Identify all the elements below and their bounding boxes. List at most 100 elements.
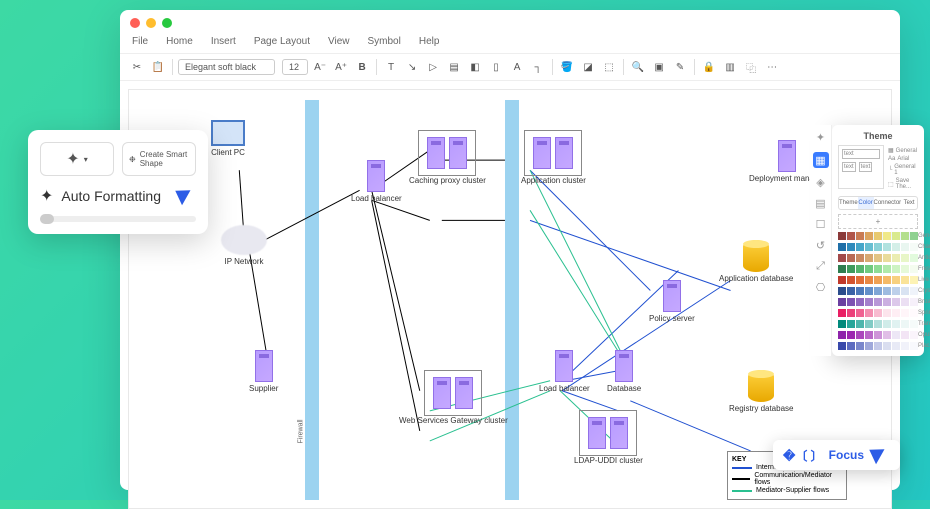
grid-icon[interactable]: ▦ — [813, 152, 829, 168]
font-inc-icon[interactable]: A⁺ — [332, 58, 350, 76]
history-icon[interactable]: ↺ — [816, 239, 825, 252]
font-select[interactable]: Elegant soft black — [178, 59, 275, 75]
toolbar: ✂ 📋 Elegant soft black 12 A⁻ A⁺ B T ↘ ▷ … — [120, 53, 900, 81]
node-appdb[interactable]: Application database — [719, 240, 793, 283]
label-lb1: Load balancer — [351, 194, 402, 203]
label-policy: Policy server — [649, 314, 695, 323]
swatch-row[interactable]: Fresh — [838, 265, 918, 273]
font-dec-icon[interactable]: A⁻ — [311, 58, 329, 76]
menu-home[interactable]: Home — [166, 36, 193, 47]
opt-arial[interactable]: Aa Arial — [888, 156, 918, 162]
node-supplier[interactable]: Supplier — [249, 350, 278, 393]
sparkle-icon: ✦ — [66, 149, 79, 169]
shapes-icon[interactable]: ◧ — [466, 58, 484, 76]
legend-title: KEY — [732, 456, 746, 463]
auto-format-label: Auto Formatting — [61, 188, 161, 204]
swatch-row[interactable]: Live — [838, 276, 918, 284]
firewall-label: Firewall — [298, 419, 305, 443]
group-icon[interactable]: ⿻ — [742, 58, 760, 76]
window-controls — [120, 10, 900, 36]
close-icon[interactable] — [130, 18, 140, 28]
swatch-row[interactable]: Placid — [838, 342, 918, 350]
container-icon[interactable]: ▯ — [487, 58, 505, 76]
paste-icon[interactable]: 📋 — [149, 58, 167, 76]
opt-general1[interactable]: └ General 1 — [888, 164, 918, 176]
create-smart-shape-button[interactable]: ❉Create Smart Shape — [122, 142, 196, 176]
swatch-row[interactable]: Broad — [838, 298, 918, 306]
focus-badge[interactable]: �〔 〕 Focus — [773, 440, 900, 470]
swatch-row[interactable]: Charm — [838, 243, 918, 251]
node-wsg[interactable]: Web Services Gateway cluster — [399, 370, 508, 425]
sparkle-icon[interactable]: ✦ — [816, 131, 825, 144]
pointer-icon[interactable]: ▷ — [424, 58, 442, 76]
expand-icon[interactable]: ⤢ — [816, 260, 825, 273]
maximize-icon[interactable] — [162, 18, 172, 28]
line-icon[interactable]: ↘ — [403, 58, 421, 76]
node-lb1[interactable]: Load balancer — [351, 160, 402, 203]
node-caching[interactable]: Caching proxy cluster — [409, 130, 486, 185]
swatch-row[interactable]: Opulent — [838, 331, 918, 339]
search-icon[interactable]: 🔍 — [629, 58, 647, 76]
zoom-icon[interactable]: ▣ — [650, 58, 668, 76]
tab-connector[interactable]: Connector — [874, 197, 902, 209]
fontcolor-icon[interactable]: A — [508, 58, 526, 76]
node-clientpc[interactable]: Client PC — [211, 120, 245, 157]
text-icon[interactable]: T — [382, 58, 400, 76]
sheet-icon[interactable]: ▤ — [815, 197, 825, 210]
node-lb2[interactable]: Load balancer — [539, 350, 590, 393]
label-ipnet: IP Network — [221, 257, 267, 266]
crop-icon[interactable]: ⬚ — [600, 58, 618, 76]
promo-slider[interactable] — [40, 216, 196, 222]
node-appcluster[interactable]: Application cluster — [521, 130, 586, 185]
node-database[interactable]: Database — [607, 350, 641, 393]
auto-formatting-button[interactable]: ✦ Auto Formatting — [40, 186, 196, 206]
menu-help[interactable]: Help — [419, 36, 440, 47]
node-ipnetwork[interactable]: IP Network — [221, 225, 267, 266]
theme-preview[interactable]: text texttext — [838, 145, 884, 189]
more-icon[interactable]: ⋯ — [763, 58, 781, 76]
menu-symbol[interactable]: Symbol — [368, 36, 401, 47]
swatch-row[interactable]: Crystal — [838, 287, 918, 295]
tab-theme[interactable]: Theme — [839, 197, 858, 209]
menu-insert[interactable]: Insert — [211, 36, 236, 47]
node-policy[interactable]: Policy server — [649, 280, 695, 323]
lock-icon[interactable]: 🔒 — [700, 58, 718, 76]
menu-pagelayout[interactable]: Page Layout — [254, 36, 310, 47]
swatch-row[interactable]: Tranquil — [838, 320, 918, 328]
label-appdb: Application database — [719, 274, 793, 283]
create-smart-label: Create Smart Shape — [140, 150, 189, 168]
stack-icon[interactable]: ▤ — [445, 58, 463, 76]
promo-panel: ✦▾ ❉Create Smart Shape ✦ Auto Formatting — [28, 130, 208, 234]
theme-tabs: Theme Color Connector Text — [838, 196, 918, 210]
page-icon[interactable]: ☐ — [816, 218, 826, 231]
tab-text[interactable]: Text — [901, 197, 917, 209]
swatch-row[interactable]: Antique — [838, 254, 918, 262]
bold-icon[interactable]: B — [353, 58, 371, 76]
shadow-icon[interactable]: ◪ — [579, 58, 597, 76]
minimize-icon[interactable] — [146, 18, 156, 28]
fontsize-select[interactable]: 12 — [282, 59, 308, 75]
label-clientpc: Client PC — [211, 148, 245, 157]
tab-color[interactable]: Color — [858, 197, 874, 209]
add-theme-button[interactable]: + — [838, 214, 918, 229]
opt-general[interactable]: ▦ General — [888, 147, 918, 154]
opt-save[interactable]: ⬚ Save The... — [888, 178, 918, 190]
layer-icon[interactable]: ▥ — [721, 58, 739, 76]
cut-icon[interactable]: ✂ — [128, 58, 146, 76]
swatch-list: General Charm Antique Fresh Live Crystal Broad… — [838, 232, 918, 350]
app-window: File Home Insert Page Layout View Symbol… — [120, 10, 900, 490]
node-regdb[interactable]: Registry database — [729, 370, 793, 413]
menu-view[interactable]: View — [328, 36, 350, 47]
firewall-bar-1 — [305, 100, 319, 500]
swatch-row[interactable]: Sprinkle — [838, 309, 918, 317]
fill-icon[interactable]: 🪣 — [558, 58, 576, 76]
menu-file[interactable]: File — [132, 36, 148, 47]
connector-icon[interactable]: ┐ — [529, 58, 547, 76]
node-ldap[interactable]: LDAP-UDDI cluster — [574, 410, 643, 465]
layers-icon[interactable]: ◈ — [816, 176, 824, 189]
smart-dropdown[interactable]: ✦▾ — [40, 142, 114, 176]
label-supplier: Supplier — [249, 384, 278, 393]
pen-icon[interactable]: ✎ — [671, 58, 689, 76]
swatch-row[interactable]: General — [838, 232, 918, 240]
code-icon[interactable]: ⎔ — [816, 281, 826, 294]
